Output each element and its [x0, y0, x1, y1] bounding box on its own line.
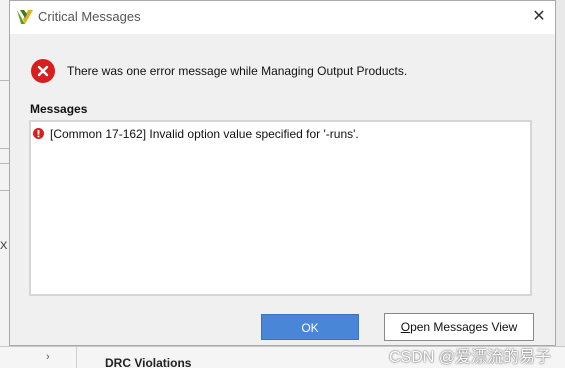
tree-separator — [76, 347, 77, 368]
messages-heading: Messages — [30, 102, 88, 116]
background-divider — [0, 163, 9, 164]
error-circle-icon — [31, 59, 55, 83]
button-label: pen Messages View — [410, 320, 518, 334]
critical-warning-icon — [33, 127, 44, 139]
close-icon[interactable]: ✕ — [527, 5, 551, 29]
drc-violations-label[interactable]: DRC Violations — [105, 356, 191, 368]
dialog-titlebar[interactable]: Critical Messages ✕ — [10, 1, 555, 34]
list-item[interactable]: [Common 17-162] Invalid option value spe… — [33, 124, 359, 141]
tree-expand-icon[interactable]: › — [46, 351, 50, 363]
message-text: [Common 17-162] Invalid option value spe… — [50, 127, 359, 141]
background-tree-row: › DRC Violations CSDN @爱漂流的易子 — [0, 346, 565, 368]
background-divider — [0, 148, 9, 149]
critical-messages-dialog: Critical Messages ✕ There was one error … — [9, 0, 556, 346]
button-mnemonic: O — [400, 320, 411, 334]
watermark-text: CSDN @爱漂流的易子 — [388, 349, 551, 366]
background-text-fragment: X — [0, 240, 8, 252]
background-divider — [0, 80, 9, 81]
summary-row: There was one error message while Managi… — [31, 59, 407, 83]
background-divider — [0, 190, 9, 191]
screen: X › DRC Violations CSDN @爱漂流的易子 Critical… — [0, 0, 565, 368]
dialog-title: Critical Messages — [38, 9, 141, 24]
open-messages-view-button[interactable]: Open Messages View — [384, 313, 534, 341]
vivado-logo-icon — [16, 8, 34, 26]
ok-button[interactable]: OK — [261, 314, 359, 340]
messages-list[interactable]: [Common 17-162] Invalid option value spe… — [29, 120, 532, 296]
summary-text: There was one error message while Managi… — [67, 64, 408, 78]
